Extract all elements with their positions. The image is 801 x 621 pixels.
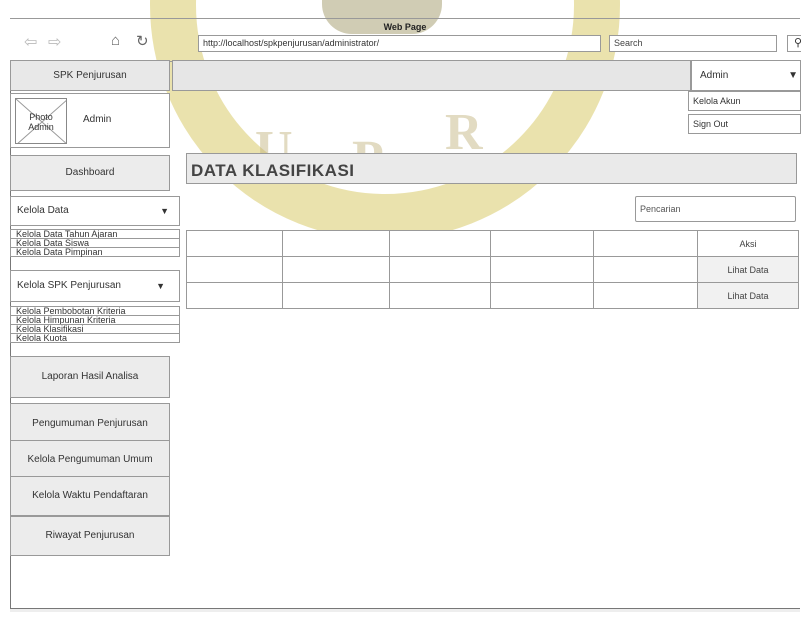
sidebar-dropdown-label: Kelola Data <box>17 205 69 216</box>
reload-icon[interactable]: ↻ <box>136 32 149 50</box>
address-bar[interactable]: http://localhost/spkpenjurusan/administr… <box>198 35 601 52</box>
menu-item-sign-out[interactable]: Sign Out <box>688 114 801 134</box>
table-header-cell <box>593 230 698 257</box>
sidebar-subitem-data-pimpinan[interactable]: Kelola Data Pimpinan <box>10 247 180 257</box>
caret-down-icon: ▼ <box>156 281 165 291</box>
sidebar-dropdown-label: Kelola SPK Penjurusan <box>17 280 121 291</box>
view-data-button[interactable]: Lihat Data <box>697 256 799 283</box>
table-cell <box>282 256 390 283</box>
top-navbar <box>172 60 691 91</box>
view-data-button[interactable]: Lihat Data <box>697 282 799 309</box>
table-header-cell <box>282 230 390 257</box>
table-row: Lihat Data <box>186 256 799 283</box>
sidebar-dropdown-kelola-data[interactable]: Kelola Data ▼ <box>10 196 180 226</box>
arrow-right-icon[interactable]: ⇨ <box>48 32 61 52</box>
table-cell <box>282 282 390 309</box>
admin-dropdown-label: Admin <box>700 70 729 81</box>
table-cell <box>389 256 491 283</box>
browser-search-input[interactable]: Search <box>609 35 777 52</box>
action-column-header: Aksi <box>697 230 799 257</box>
data-table: Aksi Lihat Data Lihat Data <box>186 230 799 309</box>
sidebar-item-dashboard[interactable]: Dashboard <box>10 155 170 191</box>
sidebar-subitem-kuota[interactable]: Kelola Kuota <box>10 333 180 343</box>
sidebar-item-riwayat[interactable]: Riwayat Penjurusan <box>10 516 170 556</box>
avatar-label: Photo Admin <box>28 112 54 132</box>
table-cell <box>186 282 283 309</box>
profile-name: Admin <box>83 114 112 125</box>
search-input[interactable]: Pencarian <box>635 196 796 222</box>
menu-item-kelola-akun[interactable]: Kelola Akun <box>688 91 801 111</box>
table-cell <box>490 282 594 309</box>
sidebar-item-pengumuman-penjurusan[interactable]: Pengumuman Penjurusan <box>10 403 170 445</box>
sidebar-item-waktu-pendaftaran[interactable]: Kelola Waktu Pendaftaran <box>10 476 170 516</box>
content-header: DATA KLASIFIKASI <box>186 153 797 184</box>
table-cell <box>490 256 594 283</box>
magnifier-icon[interactable]: ⚲ <box>787 35 801 52</box>
table-row: Lihat Data <box>186 282 799 309</box>
bottom-divider <box>10 608 800 612</box>
table-cell <box>186 256 283 283</box>
sidebar-dropdown-kelola-spk[interactable]: Kelola SPK Penjurusan ▼ <box>10 270 180 302</box>
home-icon[interactable]: ⌂ <box>111 32 120 49</box>
sidebar-profile: Photo Admin Admin <box>10 93 170 148</box>
avatar: Photo Admin <box>15 98 67 144</box>
table-header-cell <box>389 230 491 257</box>
table-cell <box>593 256 698 283</box>
table-header-cell <box>490 230 594 257</box>
sidebar-item-laporan[interactable]: Laporan Hasil Analisa <box>10 356 170 398</box>
page-title: DATA KLASIFIKASI <box>191 161 355 180</box>
admin-dropdown[interactable]: Admin ▼ <box>691 60 801 91</box>
caret-down-icon: ▼ <box>788 70 798 81</box>
browser-title: Web Page <box>383 22 427 32</box>
table-header-row: Aksi <box>186 230 799 257</box>
caret-down-icon: ▼ <box>160 206 169 216</box>
sidebar-brand: SPK Penjurusan <box>10 60 170 91</box>
sidebar-item-pengumuman-umum[interactable]: Kelola Pengumuman Umum <box>10 440 170 480</box>
arrow-left-icon[interactable]: ⇦ <box>24 32 37 52</box>
table-cell <box>593 282 698 309</box>
table-cell <box>389 282 491 309</box>
browser-toolbar: Web Page ⇦ ⇨ ⌂ ↻ http://localhost/spkpen… <box>10 18 801 62</box>
table-header-cell <box>186 230 283 257</box>
